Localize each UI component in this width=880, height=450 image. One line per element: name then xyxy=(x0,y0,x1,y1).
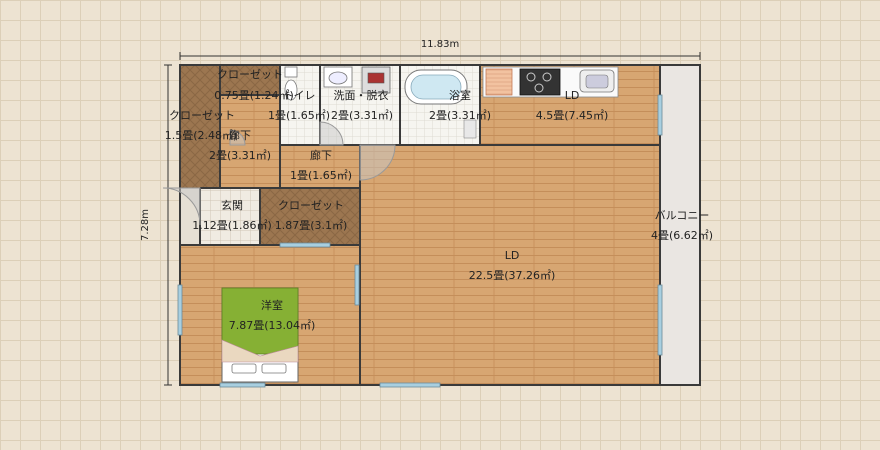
western-room-name: 洋室 xyxy=(261,299,283,312)
fridge xyxy=(485,68,513,96)
washroom-name: 洗面・脱衣 xyxy=(333,89,389,102)
stove-cooktop xyxy=(519,68,561,96)
entrance-floor xyxy=(200,188,260,245)
entrance-name: 玄関 xyxy=(221,199,243,212)
western-room-area: 7.87畳(13.04㎡) xyxy=(228,319,316,332)
pillow xyxy=(231,363,257,374)
bed xyxy=(221,287,299,383)
dimension-width xyxy=(179,52,701,60)
hall-left-area: 2畳(3.31㎡) xyxy=(208,149,272,162)
balcony-name: バルコニー xyxy=(654,209,710,222)
closet-left-name: クローゼット xyxy=(169,109,235,122)
width-dimension-label: 11.83m xyxy=(420,39,460,50)
toilet-area: 1畳(1.65㎡) xyxy=(267,109,331,122)
closet-mid-floor xyxy=(260,188,360,245)
hall-mid-area: 1畳(1.65㎡) xyxy=(289,169,353,182)
ld-main-name: LD xyxy=(504,249,520,262)
kitchen-counter xyxy=(482,66,619,98)
closet-mid-area: 1.87畳(3.1㎡) xyxy=(274,219,348,232)
entrance-area: 1.12畳(1.86㎡) xyxy=(192,219,272,232)
balcony-area: 4畳(6.62㎡) xyxy=(650,229,714,242)
depth-dimension-label: 7.28m xyxy=(140,208,151,242)
washbasin-fixture xyxy=(323,66,353,88)
kitchen-ld-name: LD xyxy=(564,89,580,102)
toilet-name: トイレ xyxy=(282,89,316,102)
ld-main-area: 22.5畳(37.26㎡) xyxy=(468,269,556,282)
closet-mid-name: クローゼット xyxy=(278,199,344,212)
washroom-area: 2畳(3.31㎡) xyxy=(330,109,394,122)
bathroom-name: 浴室 xyxy=(449,89,471,102)
floor-plan xyxy=(162,52,701,388)
closet-top-name: クローゼット xyxy=(217,68,283,81)
hall-mid-name: 廊下 xyxy=(310,149,332,162)
hall-left-name: 廊下 xyxy=(229,129,251,142)
closet-left-floor xyxy=(180,65,220,188)
bathroom-area: 2畳(3.31㎡) xyxy=(428,109,492,122)
balcony-floor xyxy=(660,65,700,385)
closet-left-area: 1.5畳(2.48㎡) xyxy=(164,129,238,142)
kitchen-ld-area: 4.5畳(7.45㎡) xyxy=(535,109,609,122)
pillow xyxy=(261,363,287,374)
